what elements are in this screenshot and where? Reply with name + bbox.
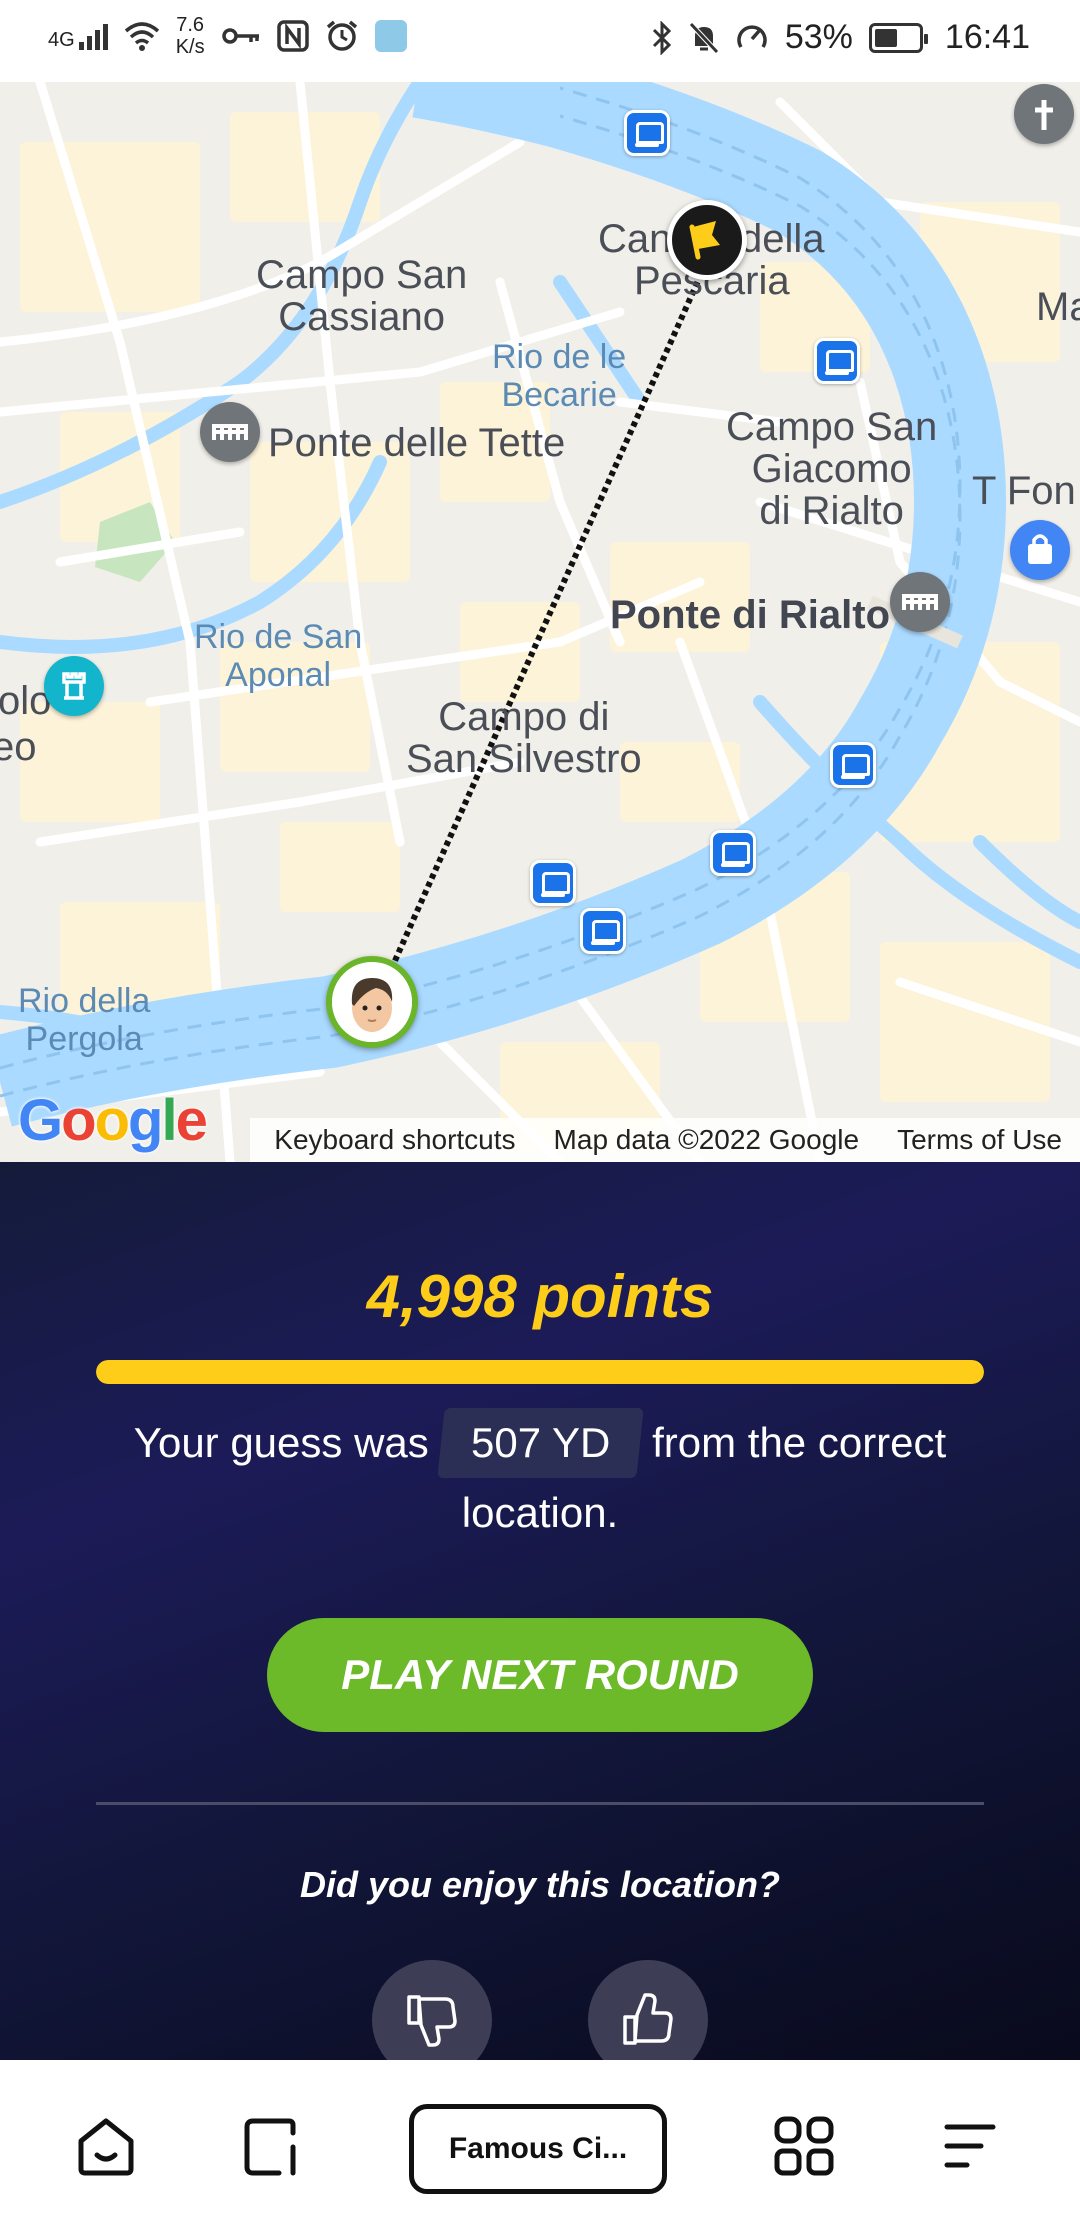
shopping-poi-pin[interactable] [1010, 520, 1070, 580]
map-label-rio-pergola: Rio della Pergola [18, 982, 151, 1058]
thumbs-down-icon [407, 1995, 457, 2047]
map-label-ponte-tette: Ponte delle Tette [268, 421, 566, 465]
map-attribution-bar: Keyboard shortcuts Map data ©2022 Google… [250, 1118, 1080, 1162]
key-icon [221, 28, 259, 44]
museum-poi-pin[interactable] [44, 656, 104, 716]
thumbs-down-button[interactable] [372, 1960, 492, 2060]
battery-percent: 53% [784, 18, 853, 56]
points-score: 4,998 points [366, 1263, 714, 1330]
browser-bottom-nav: Famous Ci... [0, 2060, 1080, 2240]
status-right: 53% 16:41 [651, 18, 1030, 57]
clock: 16:41 [944, 18, 1030, 56]
keyboard-shortcuts-link[interactable]: Keyboard shortcuts [274, 1124, 515, 1156]
play-next-round-button[interactable]: PLAY NEXT ROUND [267, 1618, 813, 1732]
result-panel: 4,998 points Your guess was 507 YD from th… [0, 1162, 1080, 2060]
cell-signal-icon: 4G [48, 22, 108, 50]
status-left: 4G 7.6 K/s [48, 14, 407, 58]
map-label-eo: eo [0, 725, 37, 769]
map-label-rio-san-aponal: Rio de San Aponal [194, 618, 363, 694]
boat-stop-icon[interactable] [830, 742, 876, 788]
home-button[interactable] [66, 2106, 146, 2186]
network-type: 4G [48, 29, 75, 51]
distance-badge: 507 YD [437, 1408, 644, 1478]
boat-stop-icon[interactable] [580, 908, 626, 954]
map-label-pescaria-b: della [740, 217, 825, 261]
correct-location-marker[interactable] [667, 200, 747, 280]
divider [96, 1802, 984, 1805]
google-logo: Google [18, 1088, 208, 1153]
wifi-icon [124, 22, 159, 51]
data-saver-icon [737, 24, 767, 48]
result-map[interactable]: Campo San Cassiano Rio de le Becarie Ponte… [0, 82, 1080, 1162]
guess-prefix: Your guess was [133, 1419, 429, 1466]
battery-icon [868, 22, 928, 53]
map-label-rio-becarie: Rio de le Becarie [492, 338, 627, 414]
speed-unit: K/s [175, 36, 205, 58]
mute-icon [689, 21, 719, 54]
score-progress-fill [96, 1360, 984, 1384]
map-label-campo-san-cassiano: Campo San Cassiano [256, 253, 468, 339]
terms-of-use-link[interactable]: Terms of Use [897, 1124, 1062, 1156]
map-label-t-fon: T Fon [972, 469, 1076, 513]
guess-avatar-marker[interactable] [326, 956, 418, 1048]
rialto-poi-pin[interactable] [890, 572, 950, 632]
menu-button[interactable] [930, 2106, 1010, 2186]
menu-lines-icon [944, 2124, 996, 2168]
home-icon [78, 2118, 134, 2176]
alarm-icon [326, 20, 357, 51]
map-label-pescaria-a: Can [598, 217, 672, 261]
tabs-button[interactable] [232, 2106, 312, 2186]
bridge-poi-pin[interactable] [200, 402, 260, 462]
apps-button[interactable] [764, 2106, 844, 2186]
guess-distance-text: Your guess was 507 YD from the correct loc… [100, 1408, 980, 1548]
map-label-ma: Ma [1036, 285, 1080, 329]
score-progress-bar [96, 1360, 984, 1384]
app-notification-icon [374, 20, 407, 52]
cross-icon [1035, 100, 1053, 130]
distance-value: 507 YD [470, 1419, 611, 1466]
nfc-icon [276, 20, 309, 52]
church-poi-pin[interactable] [1014, 84, 1074, 144]
avatar-icon [332, 962, 412, 1042]
map-label-campo-san-silvestro: Campo di San Silvestro [406, 695, 642, 781]
bridge-icon [902, 594, 938, 610]
boat-stop-icon[interactable] [814, 338, 860, 384]
map-data-text: Map data ©2022 Google [553, 1124, 860, 1155]
network-speed: 7.6 K/s [176, 14, 205, 58]
bluetooth-icon [652, 20, 671, 55]
map-label-campo-san-giacomo: Campo San Giacomo di Rialto [726, 405, 938, 533]
boat-stop-icon[interactable] [710, 830, 756, 876]
apps-grid-icon [774, 2116, 834, 2176]
flag-icon [689, 221, 720, 260]
thumbs-up-button[interactable] [588, 1960, 708, 2060]
current-tab-label: Famous Ci... [448, 2132, 628, 2165]
boat-stop-icon[interactable] [624, 110, 670, 156]
speed-value: 7.6 [176, 14, 205, 36]
thumbs-up-icon [623, 1993, 673, 2045]
bridge-icon [212, 424, 248, 440]
map-label-ponte-rialto: Ponte di Rialto [610, 593, 890, 637]
enjoy-question: Did you enjoy this location? [299, 1864, 781, 1905]
tower-icon [62, 672, 86, 700]
current-tab-pill[interactable]: Famous Ci... [409, 2104, 667, 2194]
tabs-icon [244, 2118, 296, 2176]
shopping-bag-icon [1028, 534, 1052, 564]
status-bar: 4G 7.6 K/s 53% 16:41 [0, 0, 1080, 82]
boat-stop-icon[interactable] [530, 860, 576, 906]
